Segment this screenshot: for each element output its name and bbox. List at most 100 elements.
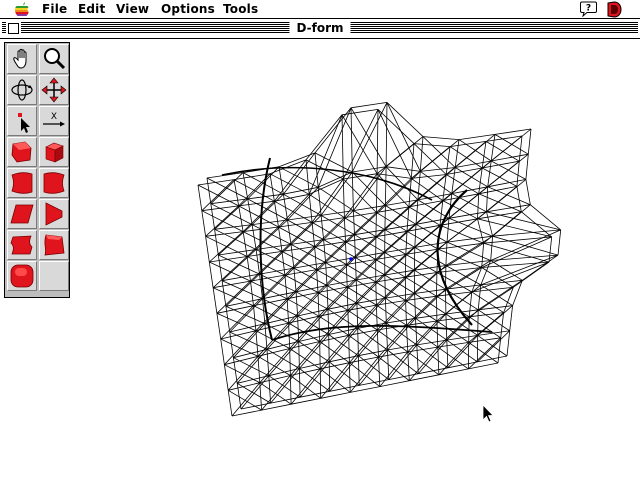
mesh-edge (308, 193, 345, 218)
mesh-edge (481, 141, 487, 169)
mesh-edge (445, 313, 448, 341)
mesh-edge (253, 305, 289, 324)
zoom-tool[interactable] (39, 44, 69, 74)
mesh-edge (385, 136, 424, 168)
mesh-edge (506, 330, 511, 357)
mesh-edge (422, 136, 456, 168)
mesh-edge (224, 355, 259, 366)
mesh-edge (355, 257, 357, 281)
pivot-point[interactable] (349, 257, 353, 261)
mesh-edge (445, 313, 478, 336)
mesh-edge (237, 375, 269, 384)
mesh-edge (446, 167, 483, 175)
menu-file[interactable]: File (42, 2, 67, 17)
mesh-edge (341, 114, 378, 174)
mesh-edge (297, 315, 300, 342)
x-axis-label: X (51, 112, 57, 122)
mesh-edge (220, 305, 254, 340)
mesh-edge (212, 256, 248, 288)
mesh-edge (281, 222, 313, 252)
mesh-edge (419, 136, 424, 172)
mesh-edge (252, 219, 288, 225)
wireframe-view[interactable] (72, 40, 638, 478)
mesh-edge (406, 295, 437, 326)
mesh-edge (379, 351, 409, 387)
mesh-edge (451, 193, 487, 213)
twist-tool[interactable] (39, 230, 69, 260)
menu-tools[interactable]: Tools (223, 2, 258, 17)
window-title: D-form (289, 22, 351, 34)
mesh-edge (233, 348, 268, 359)
mesh-edge (350, 107, 387, 167)
hand-tool[interactable] (7, 44, 37, 74)
mesh-edge (407, 320, 438, 353)
select-tool[interactable] (7, 106, 37, 136)
mesh-edge (210, 198, 248, 205)
red-rounded-square-icon (10, 264, 34, 288)
mesh-edge (233, 173, 271, 180)
empty-tool-slot (39, 261, 69, 291)
red-taper-icon (45, 202, 63, 226)
mesh-edge (471, 291, 504, 313)
close-box[interactable] (8, 23, 19, 34)
drawing-canvas[interactable] (72, 40, 638, 478)
red-polygon-icon (11, 141, 32, 163)
apple-menu-icon[interactable] (14, 2, 30, 17)
mesh-edge (468, 362, 499, 370)
mesh-edge (246, 256, 286, 276)
menu-edit[interactable]: Edit (78, 2, 105, 17)
application-menu-icon[interactable] (606, 1, 622, 18)
red-cube-icon (45, 142, 64, 163)
mesh-edge (314, 107, 352, 154)
mesh-edge (486, 211, 493, 237)
help-balloon-icon[interactable]: ? (580, 1, 597, 17)
mesh-edge (314, 152, 319, 188)
mesh-edge (289, 348, 291, 376)
menu-options[interactable]: Options (161, 2, 215, 17)
window-title-bar[interactable]: D-form (0, 19, 640, 39)
mesh-edge (325, 262, 328, 286)
warp-right-tool[interactable] (39, 168, 69, 198)
mesh-edge (385, 298, 387, 324)
shape-b-tool[interactable] (39, 137, 69, 167)
magnifier-icon (44, 48, 66, 70)
bend-tool[interactable] (7, 230, 37, 260)
mesh-edge (387, 318, 416, 351)
mesh-edge (557, 229, 562, 256)
mesh-edge (525, 154, 529, 180)
skew-tool[interactable] (7, 199, 37, 229)
mesh-edge (346, 264, 348, 288)
orbit-rotate-icon (11, 79, 33, 101)
mesh-edge (516, 161, 520, 187)
mesh-edge (255, 330, 259, 357)
warp-left-tool[interactable] (7, 168, 37, 198)
four-arrow-move-icon (41, 77, 67, 103)
mesh-edge (349, 356, 379, 393)
mesh-edge (404, 254, 407, 278)
mesh-edge (437, 316, 470, 348)
shape-a-tool[interactable] (7, 137, 37, 167)
sphere-tool[interactable] (7, 261, 37, 291)
mesh-edge (522, 254, 559, 281)
mesh-edge (405, 300, 407, 326)
mesh-edge (352, 166, 387, 173)
rotate-tool[interactable] (7, 75, 37, 105)
mesh-edge (486, 179, 527, 213)
x-axis-icon: X (43, 112, 65, 127)
axis-tool[interactable]: X (39, 106, 69, 136)
mesh-edge (220, 330, 256, 340)
mesh-edge (346, 286, 349, 311)
move-tool[interactable] (39, 75, 69, 105)
red-warp-left-icon (11, 172, 33, 194)
mesh-edge (477, 193, 480, 219)
menu-view[interactable]: View (116, 2, 149, 17)
mesh-edge (375, 281, 377, 306)
mesh-edge (233, 357, 269, 377)
mesh-edge (482, 160, 520, 169)
mesh-edge (358, 349, 388, 386)
mesh-edge (305, 114, 343, 161)
mesh-edge (220, 338, 259, 357)
taper-tool[interactable] (39, 199, 69, 229)
mesh-edge (353, 210, 355, 235)
mesh-edge (478, 193, 522, 213)
